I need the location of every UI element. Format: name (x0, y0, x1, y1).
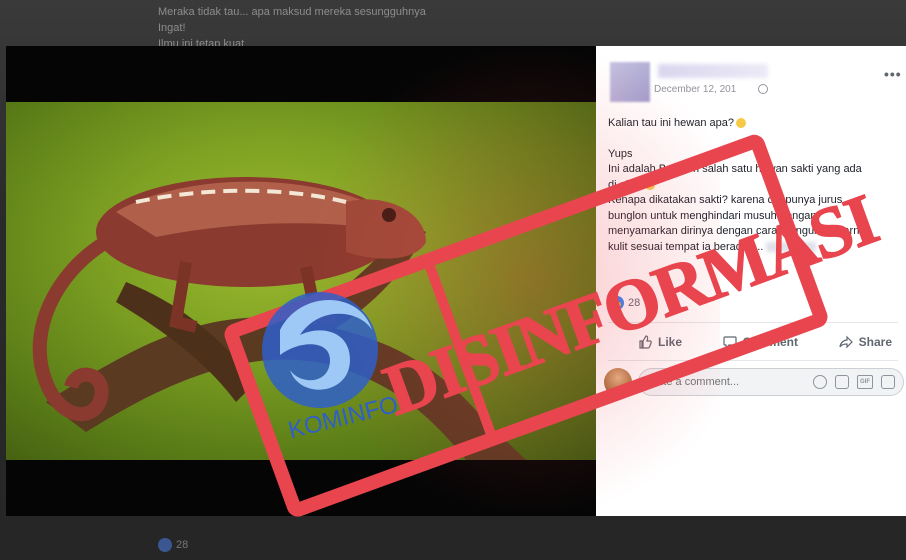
post-line: Kalian tau ini hewan apa? (608, 117, 734, 129)
post-line: menyamarkan dirinya dengan cara mengubah… (608, 225, 866, 237)
post-line: Yups (608, 147, 633, 160)
post-line: Kenapa dikatakan sakti? karena dia punya… (608, 194, 843, 206)
comment-label: Comment (742, 335, 798, 349)
chameleon-illustration (32, 177, 526, 460)
share-button[interactable]: Share (839, 335, 892, 349)
divider (608, 360, 898, 361)
like-label: Like (658, 335, 683, 349)
gif-icon[interactable]: GIF (857, 375, 873, 389)
bg-line: Ingat! (158, 22, 186, 34)
comment-input[interactable] (647, 376, 767, 388)
emoji-icon (735, 118, 746, 129)
comment-button[interactable]: Comment (723, 335, 798, 349)
share-label: Share (858, 335, 892, 349)
facebook-post-card: December 12, 201 ••• Kalian tau ini hewa… (596, 46, 906, 516)
emoji-picker-icon[interactable] (813, 375, 827, 389)
post-paragraph: Kalian tau ini hewan apa? (608, 116, 904, 132)
background-post-text: Meraka tidak tau... apa maksud mereka se… (158, 4, 478, 52)
comment-composer: GIF (604, 368, 904, 396)
background-reactions: 28 (158, 538, 188, 552)
poster-name[interactable] (658, 64, 768, 78)
avatar[interactable] (604, 368, 632, 396)
see-more-link[interactable] (766, 241, 817, 252)
divider (608, 322, 898, 323)
post-text: Kalian tau ini hewan apa? Yups Ini adala… (608, 116, 904, 255)
post-paragraph: Yups Ini adalah Bunglon salah satu hewan… (608, 147, 904, 256)
camera-icon[interactable] (835, 375, 849, 389)
emoji-icon (645, 179, 656, 190)
poster-avatar[interactable] (610, 62, 650, 102)
bg-line: Meraka tidak tau... apa maksud mereka se… (158, 6, 426, 18)
post-line: kulit sesuai tempat ia berada. ... (608, 240, 764, 253)
like-count: 28 (628, 297, 641, 309)
post-line: di alam (608, 178, 644, 191)
post-date[interactable]: December 12, 201 (654, 84, 736, 95)
share-icon (839, 335, 853, 349)
comment-tools: GIF (813, 375, 895, 389)
thumbs-up-icon (639, 335, 652, 349)
comment-input-box[interactable]: GIF (638, 368, 904, 396)
globe-icon (758, 84, 768, 94)
bg-like-count: 28 (176, 539, 189, 551)
post-line: Ini adalah Bunglon salah satu hewan sakt… (608, 163, 862, 175)
chameleon-photo (6, 102, 596, 460)
reaction-summary[interactable]: 👍 28 (610, 296, 640, 310)
post-line: bunglon untuk menghindari musuh dengan (608, 209, 817, 222)
like-icon (158, 538, 172, 552)
like-icon: 👍 (610, 296, 624, 310)
more-options-icon[interactable]: ••• (884, 66, 902, 82)
post-actions: Like Comment Share (608, 330, 898, 354)
like-button[interactable]: Like (638, 335, 682, 349)
sticker-icon[interactable] (881, 375, 895, 389)
comment-icon (723, 336, 737, 349)
